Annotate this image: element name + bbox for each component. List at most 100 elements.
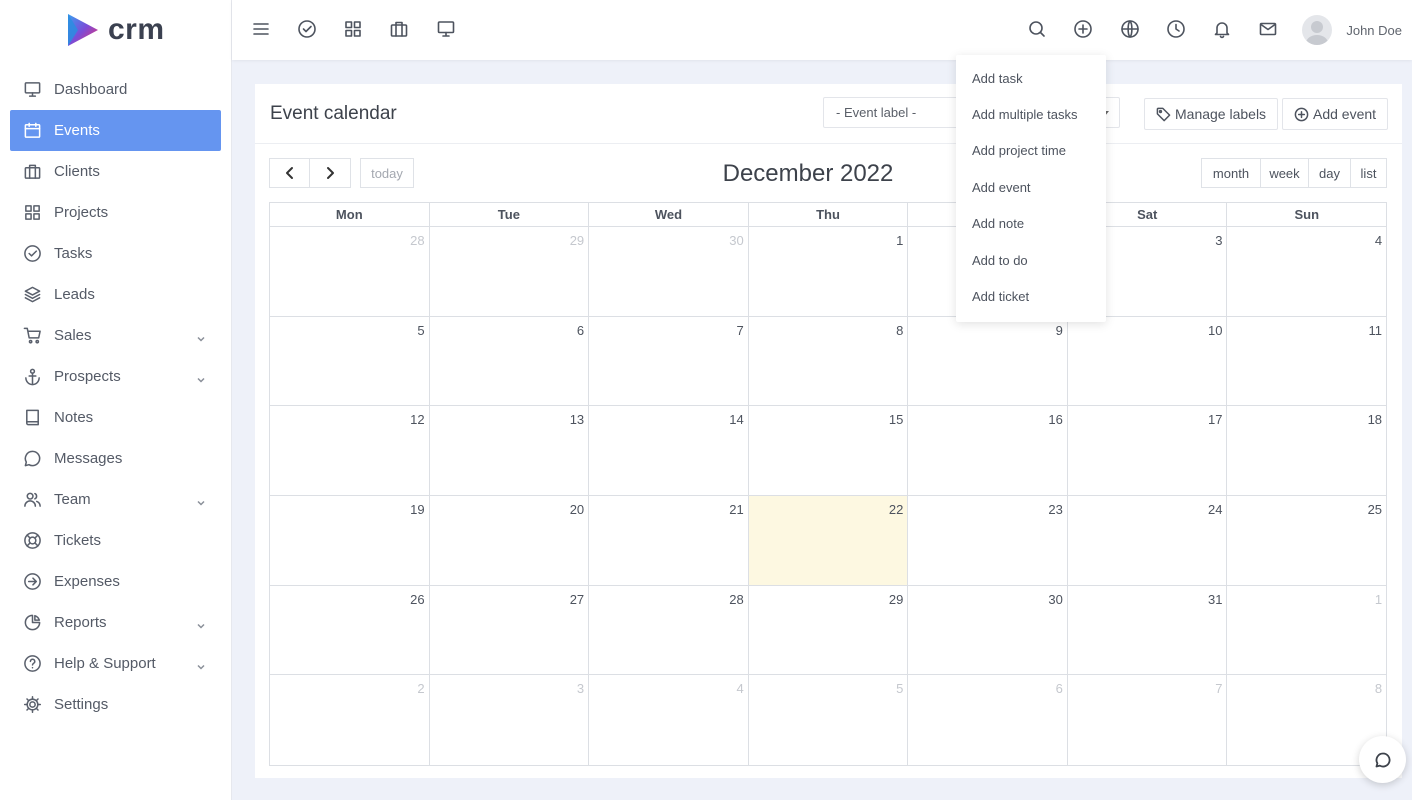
sidebar-item-tickets[interactable]: Tickets — [10, 520, 221, 561]
day-number[interactable]: 31 — [1208, 592, 1222, 607]
sidebar-item-events[interactable]: Events — [10, 110, 221, 151]
day-number[interactable]: 15 — [889, 412, 903, 427]
day-cell[interactable]: 7 — [1068, 675, 1228, 766]
day-number[interactable]: 16 — [1048, 412, 1062, 427]
day-cell[interactable]: 6 — [430, 316, 590, 406]
day-cell[interactable]: 23 — [908, 496, 1068, 585]
view-list-button[interactable]: list — [1351, 158, 1387, 188]
chevron-down-icon[interactable] — [197, 617, 205, 629]
day-number[interactable]: 7 — [737, 323, 744, 338]
day-number[interactable]: 24 — [1208, 502, 1222, 517]
day-cell[interactable]: 4 — [589, 675, 749, 766]
day-number[interactable]: 20 — [570, 502, 584, 517]
day-number[interactable]: 29 — [889, 592, 903, 607]
day-number[interactable]: 11 — [1369, 323, 1383, 338]
day-cell[interactable]: 30 — [589, 227, 749, 316]
sidebar-item-messages[interactable]: Messages — [10, 438, 221, 479]
day-number[interactable]: 1 — [896, 233, 903, 248]
clock-icon[interactable] — [1165, 18, 1187, 40]
day-number[interactable]: 7 — [1215, 681, 1222, 696]
day-number[interactable]: 10 — [1208, 323, 1222, 338]
menu-item-add-multiple-tasks[interactable]: Add multiple tasks — [956, 96, 1106, 132]
day-cell-today[interactable]: 22 — [748, 496, 909, 585]
sidebar-item-sales[interactable]: Sales — [10, 315, 221, 356]
day-cell[interactable]: 13 — [430, 406, 590, 496]
day-cell[interactable]: 4 — [1227, 227, 1386, 316]
day-cell[interactable]: 31 — [1068, 585, 1228, 675]
projects-grid-icon[interactable] — [342, 18, 364, 40]
sidebar-item-prospects[interactable]: Prospects — [10, 356, 221, 397]
dashboard-monitor-icon[interactable] — [435, 18, 457, 40]
day-number[interactable]: 17 — [1208, 412, 1222, 427]
bell-icon[interactable] — [1211, 18, 1233, 40]
day-number[interactable]: 22 — [889, 502, 903, 517]
day-number[interactable]: 27 — [570, 592, 584, 607]
day-number[interactable]: 18 — [1368, 412, 1382, 427]
day-number[interactable]: 8 — [1375, 681, 1382, 696]
view-day-button[interactable]: day — [1309, 158, 1351, 188]
day-cell[interactable]: 2 — [270, 675, 430, 766]
sidebar-item-clients[interactable]: Clients — [10, 151, 221, 192]
sidebar-item-expenses[interactable]: Expenses — [10, 561, 221, 602]
day-cell[interactable]: 15 — [749, 406, 909, 496]
day-number[interactable]: 30 — [729, 233, 743, 248]
day-cell[interactable]: 17 — [1068, 406, 1228, 496]
day-cell[interactable]: 18 — [1227, 406, 1386, 495]
chevron-down-icon[interactable] — [197, 330, 205, 342]
day-cell[interactable]: 11 — [1227, 317, 1386, 406]
day-number[interactable]: 8 — [896, 323, 903, 338]
menu-item-add-ticket[interactable]: Add ticket — [956, 278, 1106, 314]
day-number[interactable]: 5 — [417, 323, 424, 338]
day-number[interactable]: 12 — [410, 412, 424, 427]
menu-toggle-icon[interactable] — [250, 18, 272, 40]
day-number[interactable]: 4 — [737, 681, 744, 696]
day-cell[interactable]: 1 — [1227, 586, 1386, 675]
day-number[interactable]: 21 — [729, 502, 743, 517]
view-week-button[interactable]: week — [1261, 158, 1309, 188]
chevron-down-icon[interactable] — [197, 371, 205, 383]
day-number[interactable]: 9 — [1056, 323, 1063, 338]
menu-item-add-event[interactable]: Add event — [956, 169, 1106, 205]
clients-briefcase-icon[interactable] — [388, 18, 410, 40]
day-cell[interactable]: 3 — [430, 675, 590, 766]
day-number[interactable]: 14 — [729, 412, 743, 427]
day-cell[interactable]: 28 — [589, 585, 749, 675]
day-number[interactable]: 13 — [570, 412, 584, 427]
day-cell[interactable]: 25 — [1227, 496, 1386, 585]
day-cell[interactable]: 5 — [270, 316, 430, 406]
day-cell[interactable]: 7 — [589, 316, 749, 406]
day-cell[interactable]: 29 — [749, 585, 909, 675]
day-number[interactable]: 2 — [417, 681, 424, 696]
sidebar-item-leads[interactable]: Leads — [10, 274, 221, 315]
day-number[interactable]: 6 — [577, 323, 584, 338]
sidebar-item-help-support[interactable]: Help & Support — [10, 643, 221, 684]
day-number[interactable]: 3 — [577, 681, 584, 696]
day-number[interactable]: 30 — [1048, 592, 1062, 607]
view-month-button[interactable]: month — [1201, 158, 1261, 188]
menu-item-add-note[interactable]: Add note — [956, 206, 1106, 242]
day-cell[interactable]: 16 — [908, 406, 1068, 496]
day-cell[interactable]: 14 — [589, 406, 749, 496]
menu-item-add-project-time[interactable]: Add project time — [956, 133, 1106, 169]
day-number[interactable]: 26 — [410, 592, 424, 607]
menu-item-add-task[interactable]: Add task — [956, 60, 1106, 96]
day-number[interactable]: 23 — [1048, 502, 1062, 517]
sidebar-item-reports[interactable]: Reports — [10, 602, 221, 643]
sidebar-item-dashboard[interactable]: Dashboard — [10, 69, 221, 110]
mail-icon[interactable] — [1257, 18, 1279, 40]
search-icon[interactable] — [1026, 18, 1048, 40]
sidebar-item-settings[interactable]: Settings — [10, 684, 221, 725]
day-number[interactable]: 19 — [410, 502, 424, 517]
brand[interactable]: crm — [0, 0, 231, 60]
day-number[interactable]: 28 — [729, 592, 743, 607]
chevron-down-icon[interactable] — [197, 658, 205, 670]
day-cell[interactable]: 12 — [270, 406, 430, 496]
add-event-button[interactable]: Add event — [1282, 98, 1389, 130]
sidebar-item-projects[interactable]: Projects — [10, 192, 221, 233]
day-number[interactable]: 1 — [1375, 592, 1382, 607]
manage-labels-button[interactable]: Manage labels — [1144, 98, 1279, 130]
globe-icon[interactable] — [1119, 18, 1141, 40]
day-number[interactable]: 4 — [1375, 233, 1382, 248]
day-cell[interactable]: 20 — [430, 496, 590, 585]
day-cell[interactable]: 21 — [589, 496, 749, 585]
